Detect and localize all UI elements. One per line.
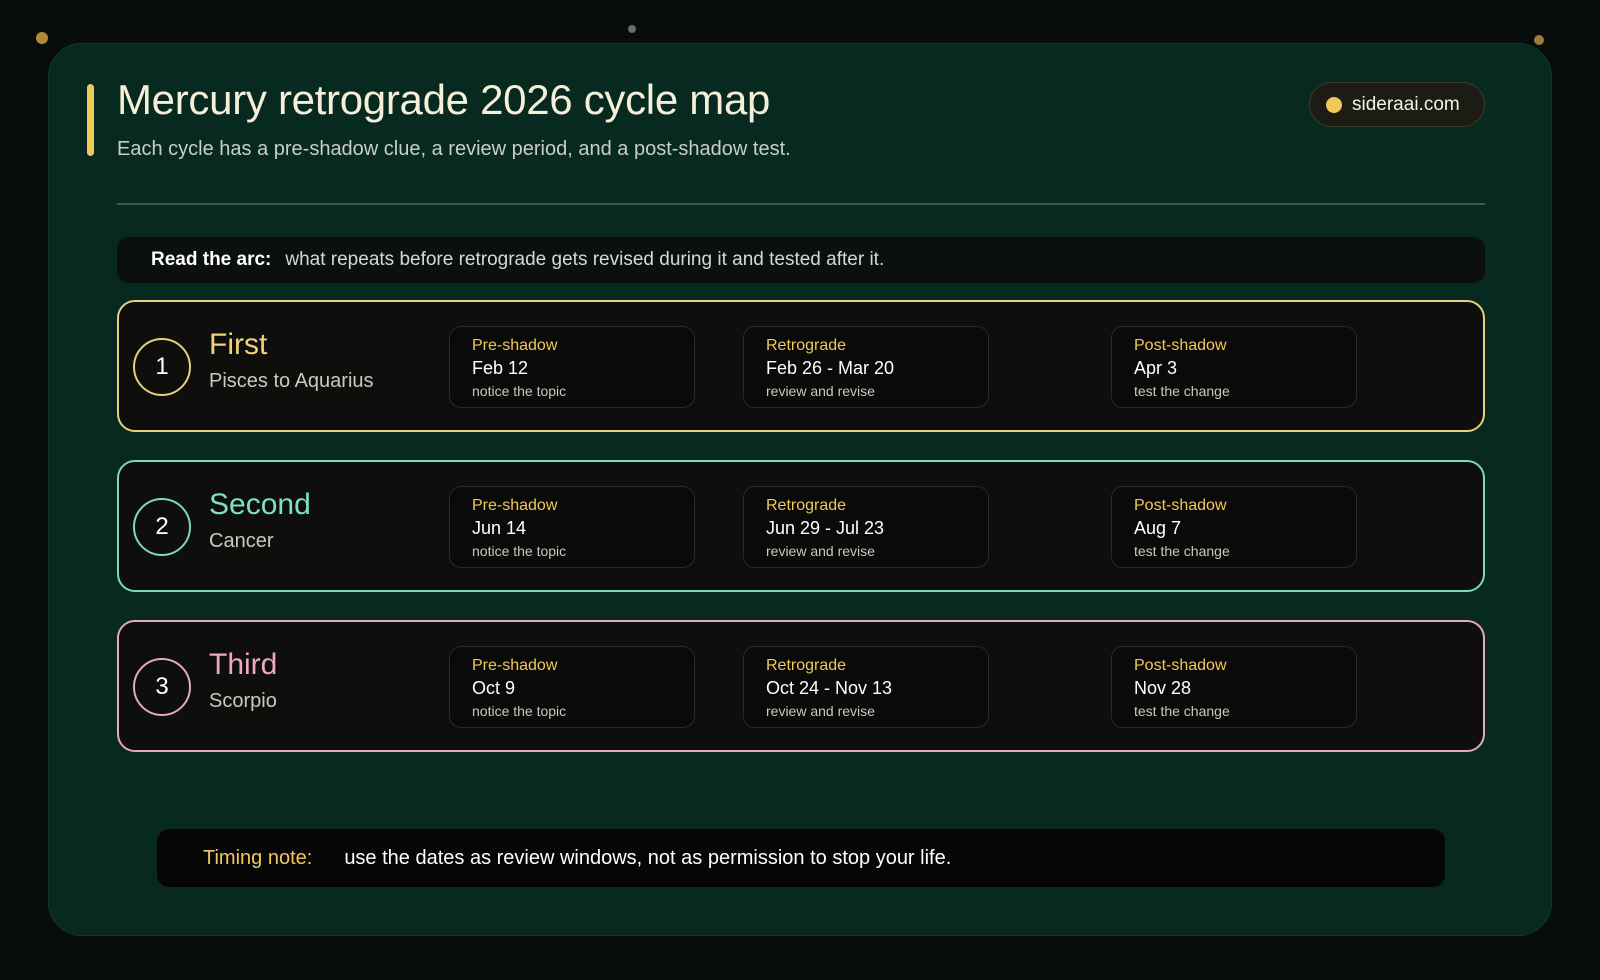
phase-pre-shadow: Pre-shadow Feb 12 notice the topic <box>449 326 695 408</box>
phase-date: Oct 9 <box>472 678 516 698</box>
cycle-card-third: 3 Third Scorpio Pre-shadow Oct 9 notice … <box>117 620 1485 752</box>
cycle-sign: Cancer <box>209 530 274 552</box>
phase-date: Jun 29 - Jul 23 <box>766 518 885 538</box>
arc-text: what repeats before retrograde gets revi… <box>285 249 885 270</box>
phase-post-shadow: Post-shadow Nov 28 test the change <box>1111 646 1357 728</box>
site-badge[interactable]: sideraai.com <box>1309 82 1485 127</box>
phase-date: Nov 28 <box>1134 678 1192 698</box>
phase-date: Feb 12 <box>472 358 529 378</box>
phase-note: notice the topic <box>472 383 567 399</box>
cycle-number-badge: 3 <box>133 658 191 716</box>
phase-label: Pre-shadow <box>472 337 558 354</box>
timing-note-banner: Timing note: use the dates as review win… <box>157 829 1445 887</box>
cycle-number-badge: 1 <box>133 338 191 396</box>
page-subtitle: Each cycle has a pre-shadow clue, a revi… <box>117 138 791 160</box>
phase-retrograde: Retrograde Jun 29 - Jul 23 review and re… <box>743 486 989 568</box>
phase-note: notice the topic <box>472 543 567 559</box>
cycle-card-first: 1 First Pisces to Aquarius Pre-shadow Fe… <box>117 300 1485 432</box>
phase-pre-shadow: Pre-shadow Jun 14 notice the topic <box>449 486 695 568</box>
cycle-sign: Scorpio <box>209 690 277 712</box>
timing-note-label: Timing note: <box>203 846 313 869</box>
phase-date: Aug 7 <box>1134 518 1182 538</box>
decor-dot-left <box>36 32 48 44</box>
header-divider <box>117 203 1485 205</box>
timing-note-text: use the dates as review windows, not as … <box>344 846 952 869</box>
phase-post-shadow: Post-shadow Apr 3 test the change <box>1111 326 1357 408</box>
cycle-card-second: 2 Second Cancer Pre-shadow Jun 14 notice… <box>117 460 1485 592</box>
site-link[interactable]: sideraai.com <box>1352 94 1460 116</box>
arc-label: Read the arc: <box>151 249 272 270</box>
phase-label: Retrograde <box>766 497 847 514</box>
phase-retrograde: Retrograde Oct 24 - Nov 13 review and re… <box>743 646 989 728</box>
decor-dot-right <box>1534 35 1544 45</box>
phase-label: Retrograde <box>766 337 847 354</box>
cycle-sign: Pisces to Aquarius <box>209 370 374 392</box>
phase-note: notice the topic <box>472 703 567 719</box>
phase-post-shadow: Post-shadow Aug 7 test the change <box>1111 486 1357 568</box>
phase-pre-shadow: Pre-shadow Oct 9 notice the topic <box>449 646 695 728</box>
phase-note: test the change <box>1134 383 1230 399</box>
phase-label: Pre-shadow <box>472 497 558 514</box>
phase-date: Feb 26 - Mar 20 <box>766 358 895 378</box>
phase-date: Jun 14 <box>472 518 527 538</box>
cycle-map-card: Mercury retrograde 2026 cycle map Each c… <box>48 43 1552 936</box>
phase-note: test the change <box>1134 543 1230 559</box>
phase-note: test the change <box>1134 703 1230 719</box>
phase-note: review and revise <box>766 383 875 399</box>
phase-retrograde: Retrograde Feb 26 - Mar 20 review and re… <box>743 326 989 408</box>
phase-date: Oct 24 - Nov 13 <box>766 678 893 698</box>
page-title: Mercury retrograde 2026 cycle map <box>117 76 771 123</box>
phase-note: review and revise <box>766 703 875 719</box>
phase-label: Pre-shadow <box>472 657 558 674</box>
phase-label: Post-shadow <box>1134 657 1227 674</box>
cycle-name: Third <box>209 648 278 681</box>
phase-date: Apr 3 <box>1134 358 1178 378</box>
arc-banner: Read the arc: what repeats before retrog… <box>117 237 1485 283</box>
decor-dot-top <box>628 25 636 33</box>
site-dot-icon <box>1326 96 1342 113</box>
cycle-number-badge: 2 <box>133 498 191 556</box>
phase-label: Post-shadow <box>1134 337 1227 354</box>
cycle-name: Second <box>209 488 311 521</box>
title-accent-bar <box>87 84 94 156</box>
cycle-name: First <box>209 328 268 361</box>
phase-label: Post-shadow <box>1134 497 1227 514</box>
phase-label: Retrograde <box>766 657 847 674</box>
phase-note: review and revise <box>766 543 875 559</box>
